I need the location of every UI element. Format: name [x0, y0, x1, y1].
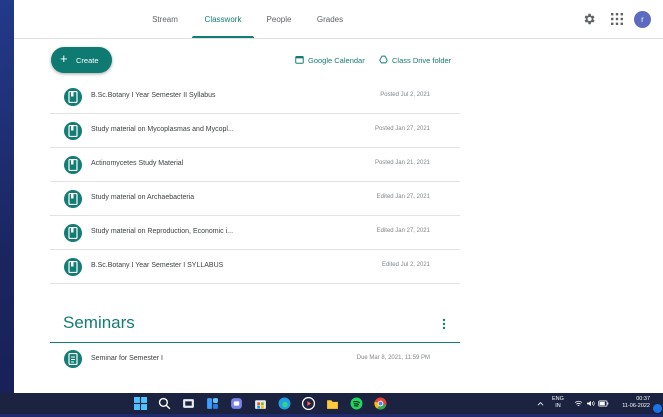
- volume-icon[interactable]: [586, 400, 595, 407]
- task-view-icon[interactable]: [182, 397, 195, 410]
- file-explorer-icon[interactable]: [326, 397, 339, 410]
- assignment-title: Seminar for Semester I: [91, 355, 163, 362]
- material-title: Study material on Mycoplasmas and Mycopl…: [91, 126, 234, 133]
- tab-classwork[interactable]: Classwork: [192, 0, 254, 38]
- gear-icon[interactable]: [582, 12, 596, 26]
- list-item[interactable]: B.Sc.Botany I Year Semester II Syllabus …: [50, 80, 460, 114]
- tab-grades[interactable]: Grades: [310, 0, 350, 38]
- browser-window: Stream Classwork People Grades r + Creat…: [14, 0, 663, 393]
- list-item[interactable]: Study material on Reproduction, Economic…: [50, 216, 460, 250]
- chrome-icon[interactable]: [374, 397, 387, 410]
- list-item[interactable]: Study material on Mycoplasmas and Mycopl…: [50, 114, 460, 148]
- avatar[interactable]: r: [634, 11, 651, 28]
- apps-grid-icon[interactable]: [611, 13, 623, 25]
- list-item[interactable]: Study material on Archaebacteria Edited …: [50, 182, 460, 216]
- material-date: Edited Jan 27, 2021: [376, 228, 430, 234]
- clock-time: 00:37: [636, 396, 650, 402]
- battery-icon[interactable]: [598, 400, 609, 407]
- material-date: Edited Jan 27, 2021: [376, 194, 430, 200]
- clock-date: 11-06-2022: [622, 403, 650, 409]
- google-calendar-label: Google Calendar: [308, 56, 365, 65]
- material-title: Study material on Reproduction, Economic…: [91, 228, 234, 235]
- material-icon: [64, 88, 82, 106]
- microsoft-store-icon[interactable]: [254, 397, 267, 410]
- material-date: Posted Jan 27, 2021: [374, 126, 430, 132]
- assignment-icon: [64, 350, 82, 368]
- list-item[interactable]: Actinomycetes Study Material Posted Jan …: [50, 148, 460, 182]
- material-date: Posted Jul 2, 2021: [380, 92, 430, 98]
- tab-people[interactable]: People: [260, 0, 298, 38]
- edge-browser-icon[interactable]: [278, 397, 291, 410]
- tab-stream[interactable]: Stream: [144, 0, 186, 38]
- language-code: ENG: [552, 396, 564, 402]
- material-date: Edited Jul 2, 2021: [381, 262, 430, 268]
- chat-icon[interactable]: [230, 397, 243, 410]
- assignment-due-date: Due Mar 8, 2021, 11:59 PM: [356, 355, 430, 361]
- material-icon: [64, 122, 82, 140]
- windows-start-icon[interactable]: [134, 397, 147, 410]
- list-item[interactable]: B.Sc.Botany I Year Semester I SYLLABUS E…: [50, 250, 460, 284]
- material-icon: [64, 258, 82, 276]
- topic-title-seminars: Seminars: [63, 313, 135, 332]
- chevron-up-icon[interactable]: [537, 401, 544, 406]
- windows-taskbar: ENG IN 00:37 11-06-2022: [0, 393, 663, 414]
- section-divider: [50, 342, 460, 343]
- more-vert-icon[interactable]: [441, 318, 447, 330]
- class-drive-folder-label: Class Drive folder: [392, 56, 452, 65]
- material-date: Posted Jan 21, 2021: [374, 160, 430, 166]
- material-title: Study material on Archaebacteria: [91, 194, 195, 201]
- drive-icon: [379, 55, 388, 64]
- spotify-icon[interactable]: [350, 397, 363, 410]
- widgets-icon[interactable]: [206, 397, 219, 410]
- language-region: IN: [555, 403, 561, 409]
- material-icon: [64, 190, 82, 208]
- create-button[interactable]: + Create: [51, 47, 112, 73]
- material-title: B.Sc.Botany I Year Semester I SYLLABUS: [91, 262, 224, 269]
- material-title: B.Sc.Botany I Year Semester II Syllabus: [91, 92, 216, 99]
- search-icon[interactable]: [158, 397, 171, 410]
- material-icon: [64, 224, 82, 242]
- class-drive-folder-link[interactable]: Class Drive folder: [379, 55, 459, 66]
- material-icon: [64, 156, 82, 174]
- wifi-icon[interactable]: [574, 400, 583, 407]
- calendar-icon: [295, 56, 304, 64]
- list-item[interactable]: Seminar for Semester I Due Mar 8, 2021, …: [50, 346, 460, 374]
- top-navigation-bar: Stream Classwork People Grades r: [14, 0, 663, 39]
- notification-badge[interactable]: [653, 404, 662, 413]
- plus-icon: +: [60, 51, 68, 66]
- create-button-label: Create: [76, 56, 99, 65]
- material-title: Actinomycetes Study Material: [91, 160, 184, 167]
- materials-list: B.Sc.Botany I Year Semester II Syllabus …: [50, 80, 460, 284]
- media-player-icon[interactable]: [302, 397, 315, 410]
- google-calendar-link[interactable]: Google Calendar: [295, 56, 375, 66]
